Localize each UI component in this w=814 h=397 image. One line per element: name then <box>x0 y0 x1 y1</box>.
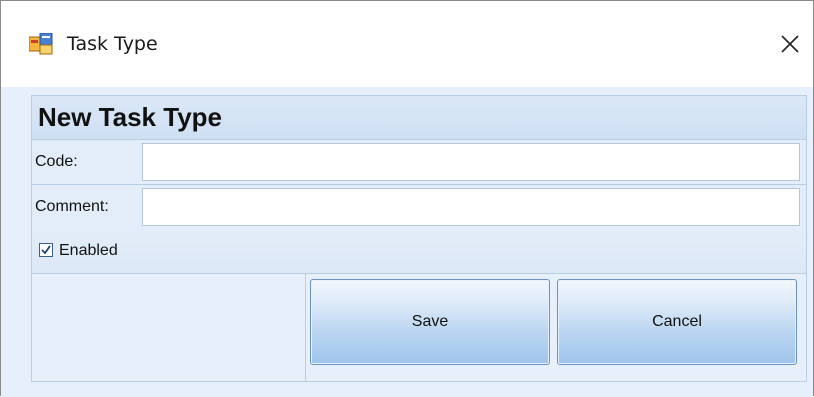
bottom-strip <box>1 382 813 397</box>
comment-input[interactable] <box>142 188 800 226</box>
comment-row: Comment: <box>32 185 806 230</box>
enabled-label[interactable]: Enabled <box>59 241 118 261</box>
code-label: Code: <box>35 153 78 170</box>
save-button[interactable]: Save <box>310 279 550 365</box>
close-button[interactable] <box>767 21 813 67</box>
form-icon <box>28 32 53 55</box>
dialog-client-area: New Task Type Code: Comment: Enabled Sav… <box>1 87 813 397</box>
divider <box>305 274 306 381</box>
enabled-row: Enabled <box>32 229 806 274</box>
task-type-form: New Task Type Code: Comment: Enabled Sav… <box>31 95 807 382</box>
window-title: Task Type <box>67 33 158 55</box>
form-header-row: New Task Type <box>32 96 806 140</box>
checkmark-icon <box>41 245 51 255</box>
code-row: Code: <box>32 140 806 185</box>
title-bar[interactable]: Task Type <box>1 1 813 87</box>
close-icon <box>781 35 799 53</box>
form-header: New Task Type <box>38 102 222 132</box>
enabled-checkbox[interactable] <box>39 243 53 257</box>
dialog-window: Task Type New Task Type Code: Comment: E… <box>0 0 814 397</box>
cancel-button[interactable]: Cancel <box>557 279 797 365</box>
code-input[interactable] <box>142 143 800 181</box>
button-area: Save Cancel <box>32 274 806 381</box>
comment-label: Comment: <box>35 198 109 215</box>
